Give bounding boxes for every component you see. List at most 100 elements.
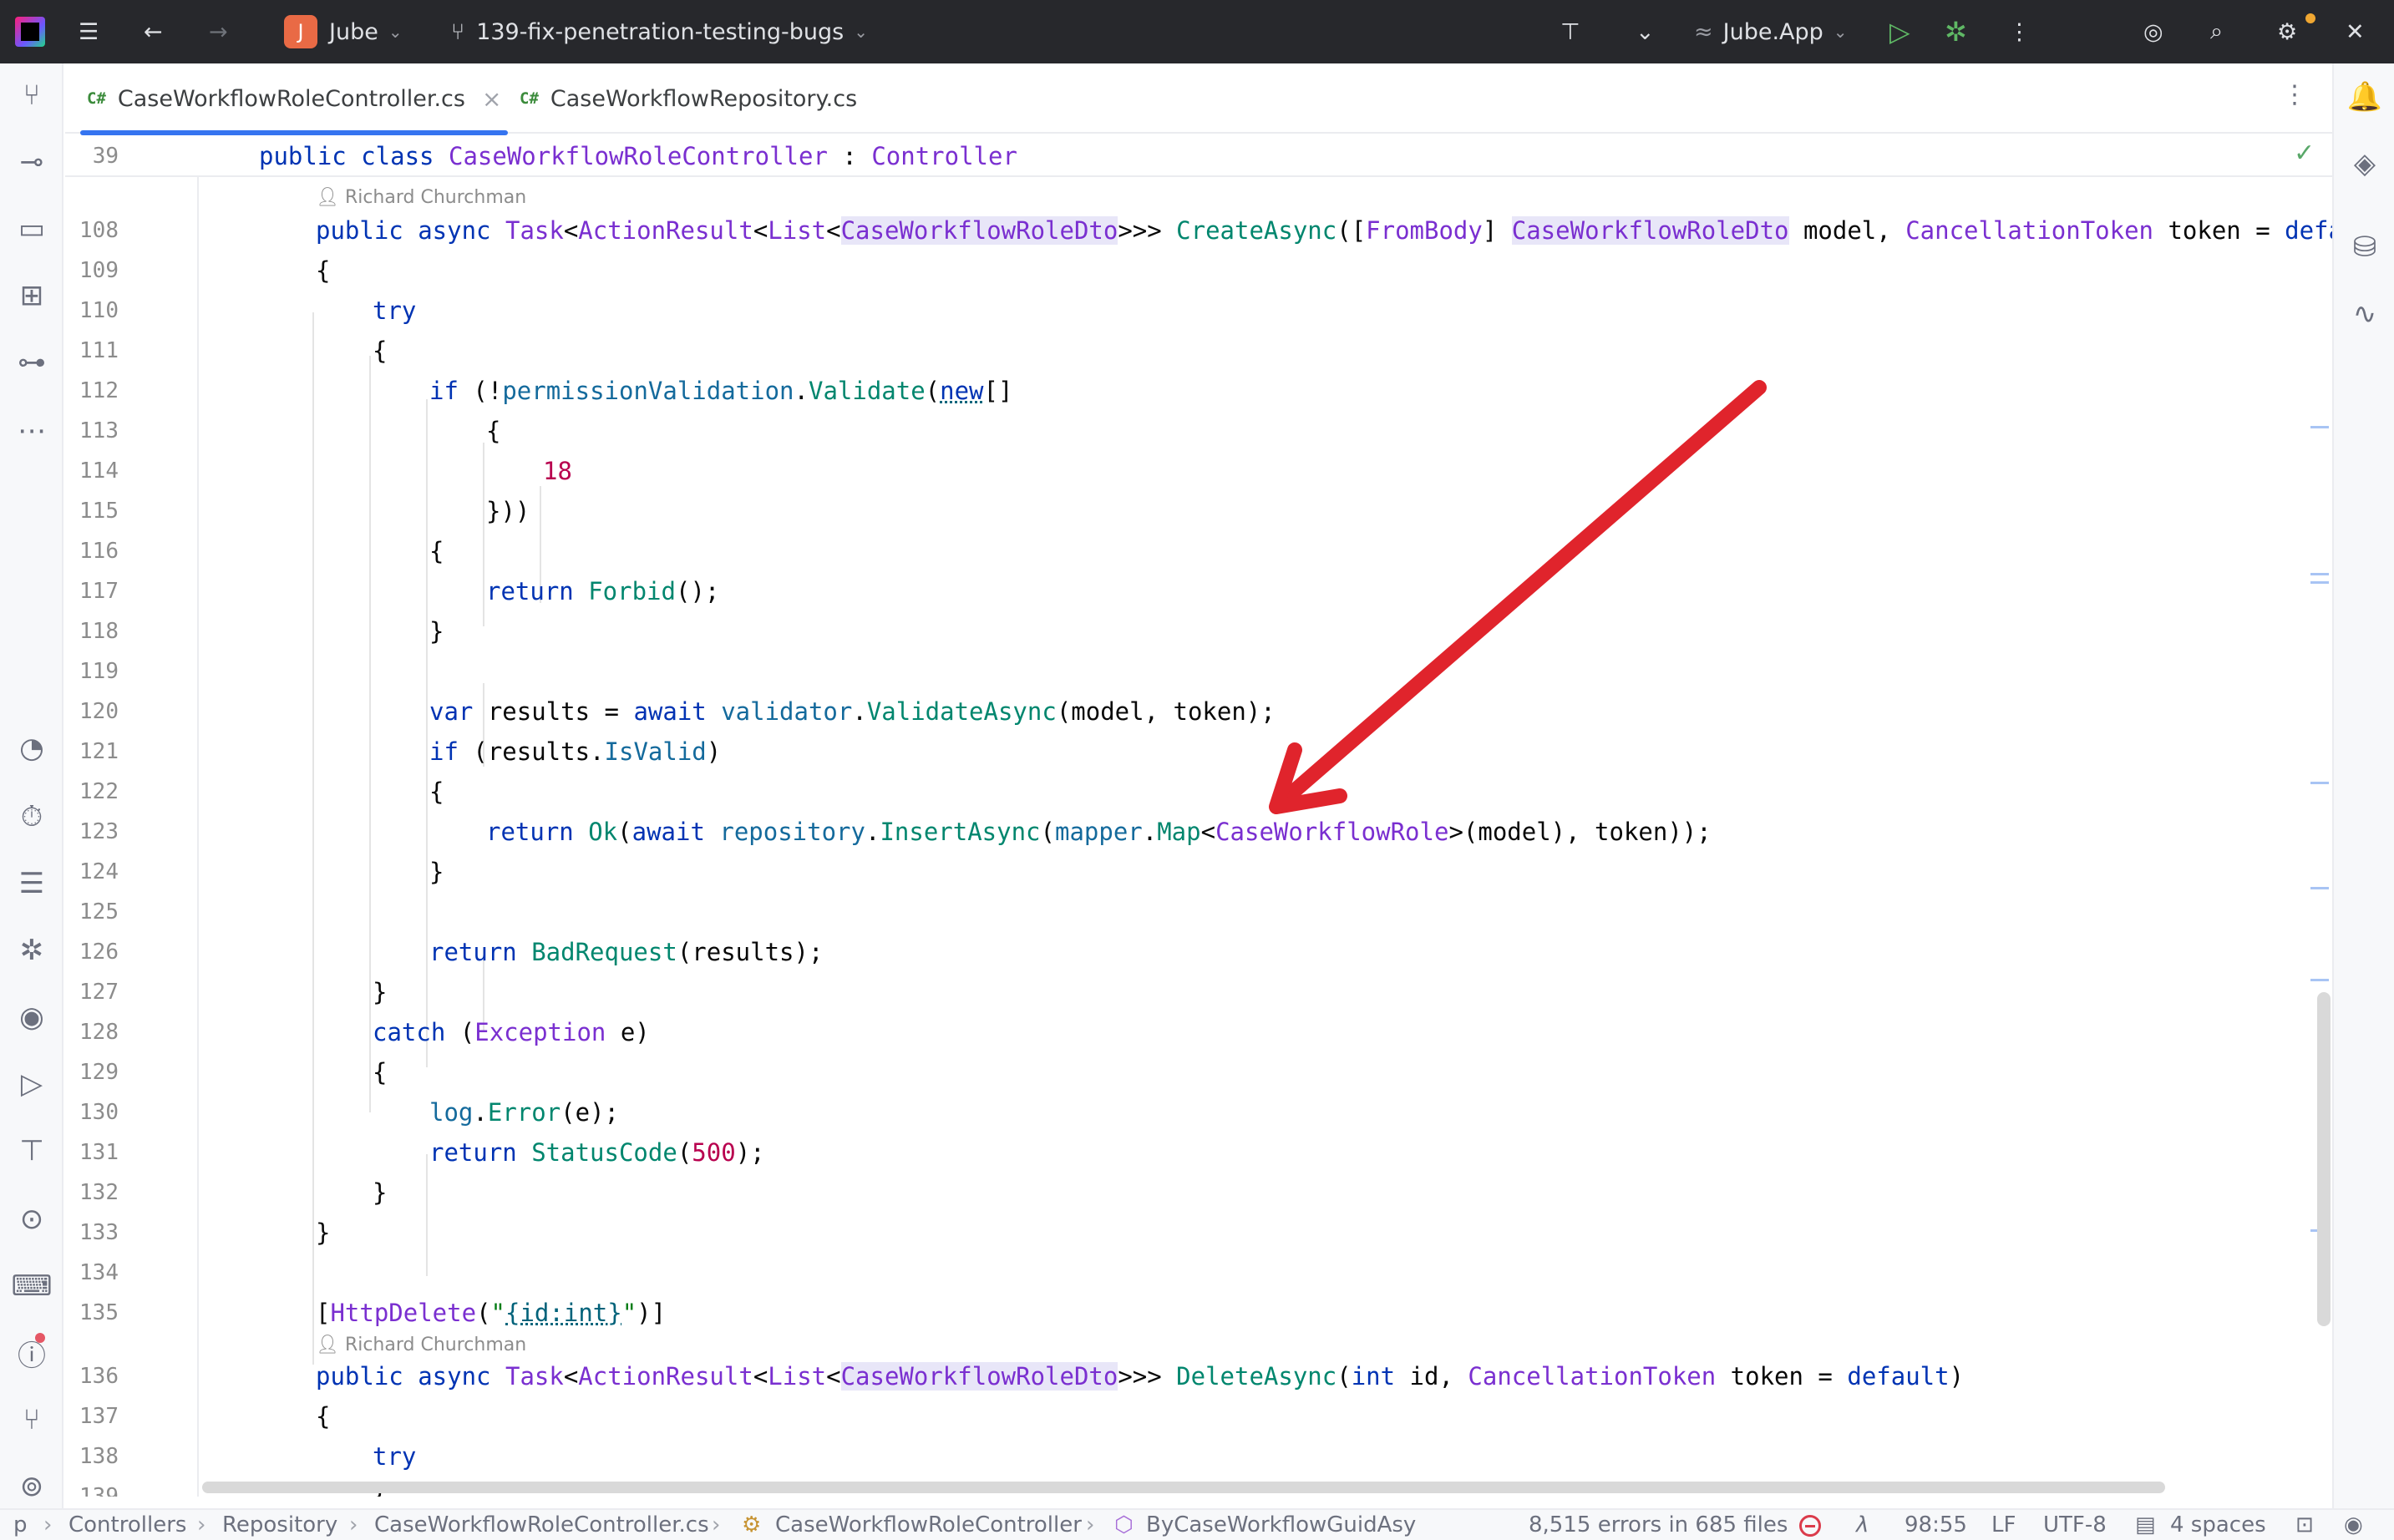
error-indicator-icon[interactable]: [1799, 1510, 1821, 1540]
code-line: {: [429, 537, 444, 565]
vertical-scrollbar[interactable]: [2317, 992, 2331, 1326]
ide-logo-icon[interactable]: [15, 17, 45, 47]
structure-icon[interactable]: ⊞: [0, 271, 63, 321]
database-icon[interactable]: ⛁: [2334, 222, 2394, 272]
sticky-scroll-line[interactable]: 39 public class CaseWorkflowRoleControll…: [65, 135, 2332, 177]
search-icon[interactable]: ⌕: [2210, 0, 2223, 63]
code-editor[interactable]: 39 public class CaseWorkflowRoleControll…: [65, 135, 2332, 1497]
horizontal-scrollbar[interactable]: [202, 1482, 2165, 1493]
more-actions-icon[interactable]: ⋮: [2008, 0, 2031, 63]
scroll-marker[interactable]: [2310, 782, 2329, 784]
code-line: var results = await validator.ValidateAs…: [429, 697, 1276, 726]
solution-errors[interactable]: 8,515 errors in 685 files: [1529, 1510, 1788, 1540]
breadcrumb-root[interactable]: p: [13, 1510, 28, 1540]
scroll-marker[interactable]: [2310, 887, 2329, 889]
branch-switcher[interactable]: ⑂ 139-fix-penetration-testing-bugs ⌄: [451, 0, 868, 63]
nuget-icon[interactable]: ◈: [2334, 139, 2394, 189]
breadcrumb-method[interactable]: ByCaseWorkflowGuidAsy: [1146, 1510, 1416, 1540]
caret-position[interactable]: 98:55: [1905, 1510, 1967, 1540]
run-configuration-selector[interactable]: ≈ Jube.App ⌄: [1694, 0, 1848, 63]
indent-setting[interactable]: 4 spaces: [2170, 1510, 2266, 1540]
line-number: 114: [79, 458, 119, 484]
code-line: }: [316, 1218, 331, 1247]
bookmarks-icon[interactable]: ⊶: [0, 337, 63, 388]
code-line: public async Task<ActionResult<List<Case…: [316, 1362, 1965, 1391]
code-line: return StatusCode(500);: [429, 1138, 765, 1167]
run-icon[interactable]: ▷: [0, 1059, 63, 1109]
scroll-marker[interactable]: [2310, 573, 2329, 575]
line-number: 121: [79, 739, 119, 764]
run-config-name: Jube.App: [1722, 18, 1823, 45]
tab-caseworkflowrolecontroller[interactable]: C# CaseWorkflowRoleController.cs ×: [79, 63, 509, 135]
breadcrumb-controllers[interactable]: Controllers: [68, 1510, 186, 1540]
project-folder-icon[interactable]: ▭: [0, 204, 63, 254]
breadcrumb-separator-icon: ›: [349, 1512, 358, 1537]
no-problems-check-icon[interactable]: ✓: [2294, 139, 2315, 168]
forward-arrow-icon[interactable]: →: [209, 0, 228, 63]
line-number: 110: [79, 298, 119, 323]
file-encoding[interactable]: UTF-8: [2043, 1510, 2107, 1540]
memory-indicator-icon[interactable]: ◉: [2344, 1510, 2363, 1540]
code-line: 18: [543, 457, 572, 485]
coverage-pie-icon[interactable]: ◔: [0, 723, 63, 773]
build-hammer-icon[interactable]: ⊤: [1560, 0, 1580, 63]
close-tab-icon[interactable]: ×: [482, 85, 501, 113]
author-hint[interactable]: 👤︎ Richard Churchman: [316, 1333, 526, 1358]
scroll-marker[interactable]: [2310, 979, 2329, 981]
author-hint[interactable]: 👤︎ Richard Churchman: [316, 185, 526, 210]
code-line: catch (Exception e): [373, 1018, 650, 1046]
scroll-marker[interactable]: [2310, 581, 2329, 584]
line-number: 123: [79, 819, 119, 844]
chevron-down-icon: ⌄: [854, 22, 868, 42]
line-number: 115: [79, 499, 119, 524]
breadcrumb-separator-icon: ›: [712, 1512, 721, 1537]
lambda-icon[interactable]: λ: [1856, 1510, 1869, 1540]
tabs-more-icon[interactable]: ⋮: [2282, 80, 2307, 109]
debug-bug-icon[interactable]: ✲: [1945, 0, 1967, 63]
terminal-icon[interactable]: ⌨: [0, 1261, 63, 1311]
breadcrumb-file[interactable]: CaseWorkflowRoleController.cs: [374, 1510, 709, 1540]
git-icon[interactable]: ⑂: [0, 1395, 63, 1445]
person-icon: 👤︎: [316, 1335, 345, 1355]
back-arrow-icon[interactable]: ←: [144, 0, 163, 63]
code-line: {: [373, 1058, 388, 1087]
services-icon[interactable]: ◉: [0, 992, 63, 1042]
code-line: {: [486, 417, 501, 445]
commit-icon[interactable]: ⊸: [0, 137, 63, 187]
line-number: 127: [79, 980, 119, 1005]
code-line: }: [373, 1178, 388, 1207]
build-hammer-icon[interactable]: ⊤: [0, 1126, 63, 1176]
main-menu-icon[interactable]: ☰: [79, 0, 99, 63]
profiler-timer-icon[interactable]: ⏱: [0, 792, 63, 842]
todo-list-icon[interactable]: ☰: [0, 859, 63, 909]
more-tools-icon[interactable]: ⋯: [0, 406, 63, 456]
endpoints-icon[interactable]: ⊚: [0, 1461, 63, 1512]
dynamic-analysis-icon[interactable]: ∿: [2334, 289, 2394, 339]
tab-caseworkflowrepository[interactable]: C# CaseWorkflowRepository.cs: [520, 63, 857, 134]
code-line: {: [316, 256, 331, 285]
line-number: 134: [79, 1260, 119, 1285]
settings-gear-icon[interactable]: ⚙: [2277, 0, 2297, 63]
project-switcher[interactable]: J Jube ⌄: [284, 0, 403, 63]
code-line: {: [429, 778, 444, 806]
run-icon[interactable]: ▷: [1889, 0, 1910, 63]
line-number: 137: [79, 1404, 119, 1429]
line-number: 125: [79, 899, 119, 925]
class-icon: ⚙: [742, 1512, 762, 1537]
read-only-lock-icon[interactable]: ⊡: [2295, 1510, 2314, 1540]
scroll-marker[interactable]: [2310, 426, 2329, 428]
pull-requests-icon[interactable]: ⑂: [0, 70, 63, 120]
line-number: 112: [79, 378, 119, 403]
ai-assistant-icon[interactable]: ◎: [2143, 0, 2163, 63]
breadcrumb-repository[interactable]: Repository: [222, 1510, 337, 1540]
close-window-icon[interactable]: ✕: [2346, 0, 2365, 63]
problems-icon[interactable]: ⓘ: [0, 1328, 63, 1378]
notifications-bell-icon[interactable]: 🔔: [2334, 72, 2394, 122]
debug-bug-icon[interactable]: ✲: [0, 925, 63, 975]
breadcrumb-separator-icon: ›: [43, 1512, 53, 1537]
breadcrumb-class[interactable]: CaseWorkflowRoleController: [775, 1510, 1082, 1540]
line-ending[interactable]: LF: [1991, 1510, 2016, 1540]
line-number: 109: [79, 258, 119, 283]
build-options-chevron-icon[interactable]: ⌄: [1636, 0, 1655, 63]
services-play-icon[interactable]: ⊙: [0, 1194, 63, 1244]
